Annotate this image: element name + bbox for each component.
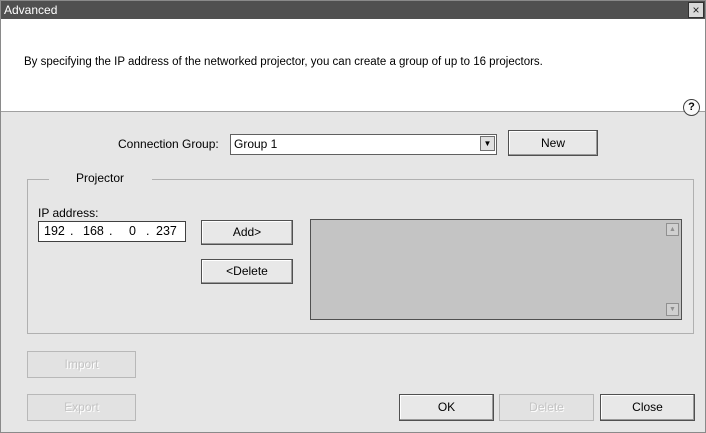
connection-group-value: Group 1 — [234, 137, 278, 151]
advanced-dialog: Advanced × By specifying the IP address … — [0, 0, 706, 433]
info-panel: By specifying the IP address of the netw… — [1, 19, 705, 116]
new-group-button[interactable]: New — [508, 130, 598, 156]
delete-projector-button[interactable]: <Delete — [201, 259, 293, 284]
ip-dot: . — [70, 224, 74, 238]
ip-address-input[interactable]: 192 . 168 . 0 . 237 — [38, 221, 186, 242]
ip-dot: . — [146, 224, 150, 238]
help-icon[interactable]: ? — [683, 99, 700, 116]
add-button[interactable]: Add> — [201, 220, 293, 245]
connection-group-select[interactable]: Group 1 ▼ — [230, 134, 497, 155]
chevron-down-icon[interactable]: ▼ — [480, 136, 495, 151]
window-title: Advanced — [4, 3, 58, 17]
scroll-up-icon[interactable]: ▲ — [666, 223, 679, 236]
ok-button[interactable]: OK — [399, 394, 494, 421]
scroll-down-icon[interactable]: ▼ — [666, 303, 679, 316]
ip-octet-3[interactable]: 0 — [129, 224, 136, 238]
title-bar[interactable]: Advanced × — [1, 1, 705, 19]
info-text: By specifying the IP address of the netw… — [24, 56, 543, 68]
projector-list[interactable]: ▲ ▼ — [310, 219, 682, 320]
ip-octet-2[interactable]: 168 — [83, 224, 104, 238]
ip-dot: . — [109, 224, 113, 238]
delete-button[interactable]: Delete — [499, 394, 594, 421]
ip-octet-1[interactable]: 192 — [44, 224, 65, 238]
close-button[interactable]: Close — [600, 394, 695, 421]
export-button[interactable]: Export — [27, 394, 136, 421]
connection-group-label: Connection Group: — [118, 137, 219, 151]
ip-octet-4[interactable]: 237 — [156, 224, 177, 238]
import-button[interactable]: Import — [27, 351, 136, 378]
projector-legend: Projector — [49, 171, 153, 185]
close-icon[interactable]: × — [688, 2, 704, 18]
ip-address-label: IP address: — [38, 206, 99, 220]
